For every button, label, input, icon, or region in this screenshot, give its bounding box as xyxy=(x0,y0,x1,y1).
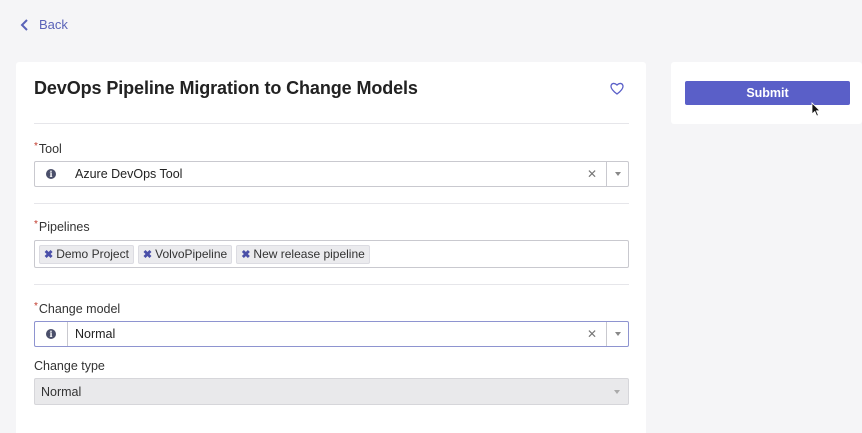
close-icon[interactable]: ✖ xyxy=(241,248,250,261)
tool-label: *Tool xyxy=(34,141,62,156)
change-model-info-button[interactable]: i xyxy=(35,322,68,346)
pipeline-tag: ✖ New release pipeline xyxy=(236,244,370,264)
divider xyxy=(34,123,629,124)
divider xyxy=(34,284,629,285)
required-marker: * xyxy=(34,219,38,230)
close-icon[interactable]: ✖ xyxy=(143,248,152,261)
chevron-down-icon xyxy=(614,172,621,176)
page-title: DevOps Pipeline Migration to Change Mode… xyxy=(34,78,418,98)
info-icon: i xyxy=(46,329,56,339)
pipelines-multiselect[interactable]: ✖ Demo Project ✖ VolvoPipeline ✖ New releas… xyxy=(34,240,629,268)
change-type-select: Normal xyxy=(34,378,629,405)
chevron-down-icon xyxy=(614,332,621,336)
change-model-select[interactable]: i Normal ✕ xyxy=(34,321,629,347)
divider xyxy=(34,203,629,204)
change-type-label: Change type xyxy=(34,359,105,373)
mouse-pointer-icon xyxy=(811,102,821,117)
form-header: DevOps Pipeline Migration to Change Mode… xyxy=(34,78,628,99)
change-model-label: *Change model xyxy=(34,301,121,316)
back-label: Back xyxy=(39,17,68,32)
pipelines-label: *Pipelines xyxy=(34,219,90,234)
change-model-dropdown-toggle[interactable] xyxy=(606,322,628,346)
required-marker: * xyxy=(34,301,38,312)
tool-info-button[interactable]: i xyxy=(35,162,68,186)
tool-dropdown-toggle[interactable] xyxy=(606,162,628,186)
close-icon[interactable]: ✖ xyxy=(44,248,53,261)
tool-select[interactable]: i Azure DevOps Tool ✕ xyxy=(34,161,629,187)
required-marker: * xyxy=(34,141,38,152)
chevron-down-icon xyxy=(614,389,620,394)
back-link[interactable]: Back xyxy=(20,17,68,32)
pipeline-tag: ✖ VolvoPipeline xyxy=(137,244,233,264)
info-icon: i xyxy=(46,169,56,179)
submit-button[interactable]: Submit xyxy=(685,81,850,105)
form-card: DevOps Pipeline Migration to Change Mode… xyxy=(16,62,646,433)
heart-icon[interactable] xyxy=(610,82,624,95)
clear-icon[interactable]: ✕ xyxy=(578,167,606,181)
change-model-value: Normal xyxy=(75,327,116,341)
chevron-left-icon xyxy=(20,18,28,31)
actions-panel: Submit xyxy=(671,62,862,124)
pipeline-tag: ✖ Demo Project xyxy=(39,244,134,264)
tool-value: Azure DevOps Tool xyxy=(75,167,183,181)
change-type-value: Normal xyxy=(41,384,82,399)
clear-icon[interactable]: ✕ xyxy=(578,327,606,341)
